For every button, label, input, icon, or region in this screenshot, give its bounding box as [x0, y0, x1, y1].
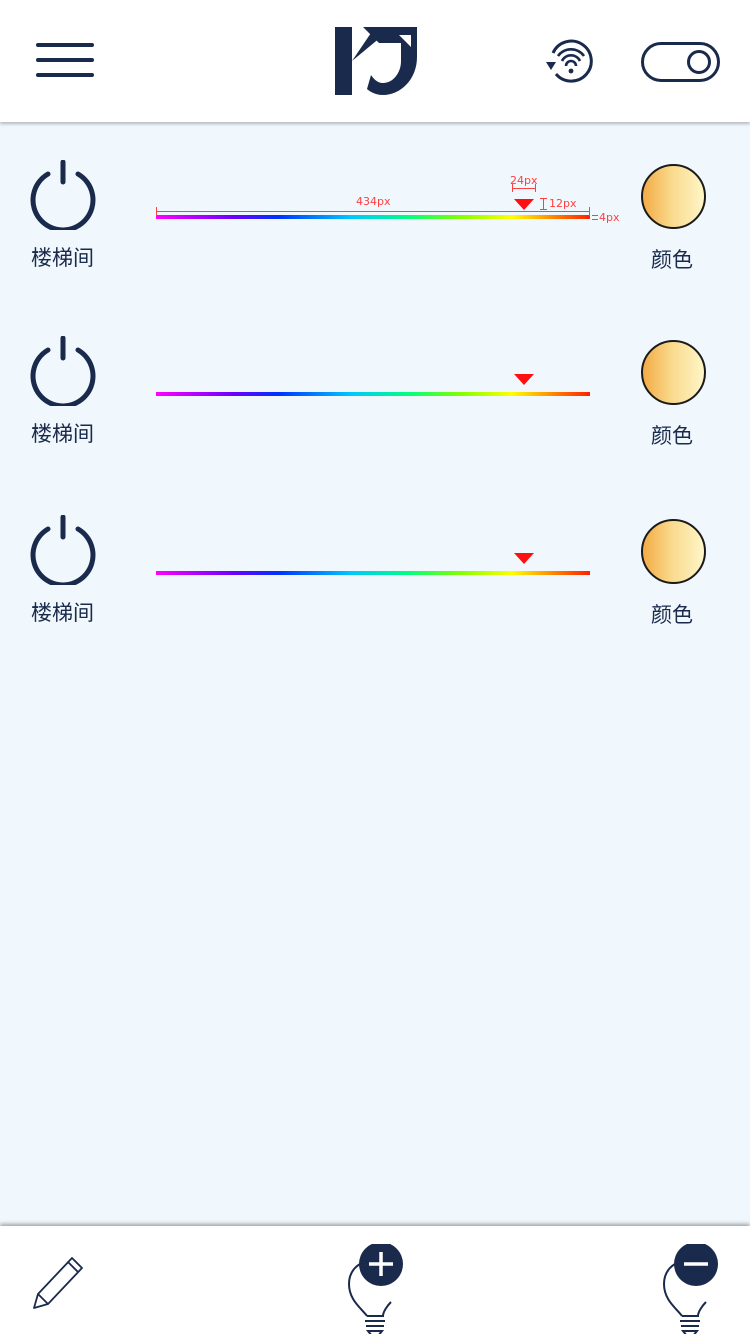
room-label: 楼梯间 [31, 601, 94, 625]
toggle-knob [687, 50, 711, 74]
power-icon[interactable] [28, 160, 98, 230]
bulb-add-icon[interactable] [343, 1244, 413, 1334]
annotation-tick [589, 207, 590, 216]
light-row: 楼梯间 颜色 [0, 336, 750, 466]
color-swatch-button[interactable] [641, 519, 706, 584]
menu-line [36, 58, 94, 62]
light-row: 楼梯间 434px 24px 12px 4px 颜色 [0, 160, 750, 290]
color-swatch-button[interactable] [641, 164, 706, 229]
annotation-width-label: 434px [356, 195, 391, 208]
color-slider[interactable] [156, 199, 590, 219]
brand-logo [335, 27, 417, 95]
color-swatch-button[interactable] [641, 340, 706, 405]
annotation-tick [592, 219, 598, 220]
annotation-tick [156, 207, 157, 216]
room-label: 楼梯间 [31, 246, 94, 270]
annotation-tick [540, 198, 547, 199]
annotation-thumb-height-label: 12px [549, 197, 577, 210]
color-label: 颜色 [651, 603, 693, 627]
annotation-width-line [156, 211, 590, 212]
slider-thumb[interactable] [514, 553, 534, 564]
menu-line [36, 73, 94, 77]
annotation-tick [592, 215, 598, 216]
annotation-bar-height-label: 4px [599, 211, 620, 224]
bulb-remove-icon[interactable] [658, 1244, 728, 1334]
annotation-thumb-width-line [512, 188, 536, 189]
wifi-refresh-icon[interactable] [544, 38, 594, 84]
power-icon[interactable] [28, 336, 98, 406]
color-label: 颜色 [651, 424, 693, 448]
color-slider[interactable] [156, 374, 590, 396]
annotation-thumb-width-label: 24px [510, 174, 538, 187]
slider-thumb[interactable] [514, 374, 534, 385]
pencil-icon[interactable] [30, 1248, 90, 1318]
bottom-toolbar [0, 1226, 750, 1334]
top-bar [0, 0, 750, 122]
color-slider[interactable] [156, 553, 590, 575]
menu-line [36, 43, 94, 47]
hamburger-menu-icon[interactable] [36, 43, 94, 79]
room-label: 楼梯间 [31, 422, 94, 446]
power-icon[interactable] [28, 515, 98, 585]
toggle-switch-icon[interactable] [641, 42, 720, 82]
light-row: 楼梯间 颜色 [0, 515, 750, 645]
annotation-tick [540, 209, 547, 210]
slider-thumb[interactable] [514, 199, 534, 210]
color-label: 颜色 [651, 248, 693, 272]
